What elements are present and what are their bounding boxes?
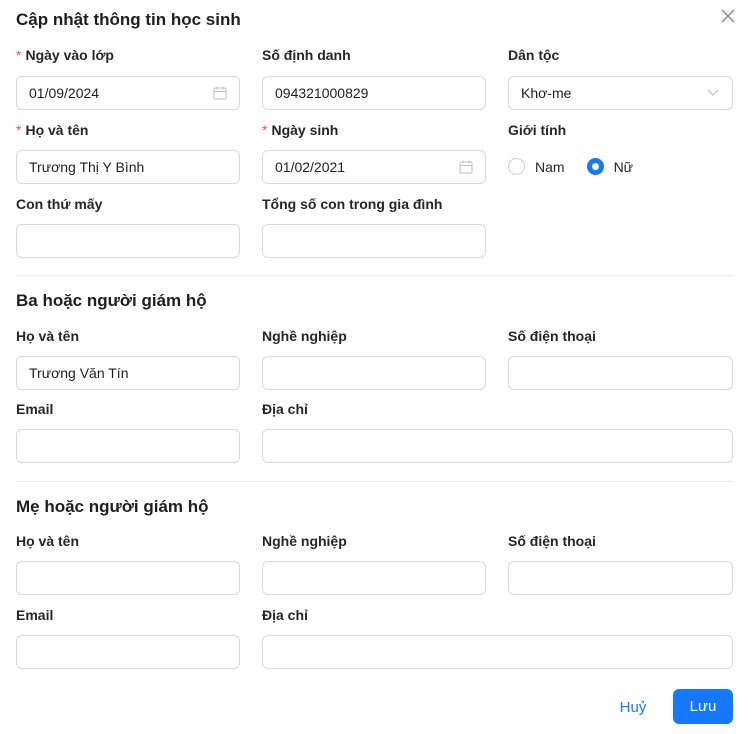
mother-section-title: Mẹ hoặc người giám hộ [16, 497, 209, 516]
required-asterisk: * [16, 122, 22, 138]
father-email-field: Email [16, 400, 240, 464]
section-divider [16, 481, 733, 482]
total-children-input[interactable] [262, 224, 486, 258]
close-icon[interactable] [719, 7, 737, 25]
gender-field: Giới tính [508, 121, 733, 185]
modal-title: Cập nhật thông tin học sinh [16, 10, 241, 29]
id-number-field: Số định danh [262, 46, 486, 110]
mother-email-label: Email [16, 607, 54, 623]
gender-option-female-label: Nữ [613, 158, 634, 175]
mother-address-field: Địa chỉ [262, 606, 733, 670]
radio-unchecked-icon[interactable] [508, 158, 525, 175]
mother-phone-label: Số điện thoại [508, 533, 596, 549]
mother-name-field: Họ và tên [16, 532, 240, 596]
father-phone-input[interactable] [508, 356, 733, 390]
save-button[interactable]: Lưu [673, 689, 733, 724]
ethnicity-select[interactable]: Khơ-me [508, 76, 733, 110]
total-children-field: Tổng số con trong gia đình [262, 195, 486, 259]
student-name-label: Họ và tên [25, 122, 89, 138]
mother-occupation-label: Nghề nghiệp [262, 533, 347, 549]
calendar-icon[interactable] [212, 85, 228, 101]
mother-occupation-field: Nghề nghiệp [262, 532, 486, 596]
father-address-field: Địa chỉ [262, 400, 733, 464]
father-name-label: Họ và tên [16, 328, 80, 344]
id-number-label: Số định danh [262, 47, 351, 63]
child-order-field: Con thứ mấy [16, 195, 240, 259]
mother-occupation-input[interactable] [262, 561, 486, 595]
child-order-input[interactable] [16, 224, 240, 258]
enrollment-date-label: Ngày vào lớp [25, 47, 114, 63]
section-divider [16, 275, 733, 276]
chevron-down-icon[interactable] [705, 85, 721, 101]
birth-date-input[interactable] [262, 150, 486, 184]
father-address-input[interactable] [262, 429, 733, 463]
mother-email-field: Email [16, 606, 240, 670]
radio-checked-icon[interactable] [586, 158, 604, 175]
mother-email-input[interactable] [16, 635, 240, 669]
enrollment-date-input[interactable] [16, 76, 240, 110]
child-order-label: Con thứ mấy [16, 196, 103, 212]
father-section-title: Ba hoặc người giám hộ [16, 291, 207, 310]
id-number-input[interactable] [262, 76, 486, 110]
ethnicity-field: Dân tộc Khơ-me [508, 46, 733, 110]
birth-date-label: Ngày sinh [271, 122, 339, 138]
father-name-input[interactable] [16, 356, 240, 390]
total-children-label: Tổng số con trong gia đình [262, 196, 443, 212]
mother-phone-input[interactable] [508, 561, 733, 595]
mother-phone-field: Số điện thoại [508, 532, 733, 596]
mother-address-label: Địa chỉ [262, 607, 308, 623]
gender-option-male[interactable]: Nam [508, 158, 565, 175]
father-occupation-label: Nghề nghiệp [262, 328, 347, 344]
enrollment-date-picker[interactable] [16, 76, 240, 110]
father-email-label: Email [16, 401, 54, 417]
student-name-field: * Họ và tên [16, 121, 240, 185]
calendar-icon[interactable] [458, 159, 474, 175]
father-occupation-field: Nghề nghiệp [262, 327, 486, 391]
gender-option-male-label: Nam [535, 158, 565, 175]
father-name-field: Họ và tên [16, 327, 240, 391]
student-name-input[interactable] [16, 150, 240, 184]
enrollment-date-field: * Ngày vào lớp [16, 46, 240, 110]
father-email-input[interactable] [16, 429, 240, 463]
gender-label: Giới tính [508, 122, 567, 138]
father-phone-label: Số điện thoại [508, 328, 596, 344]
father-phone-field: Số điện thoại [508, 327, 733, 391]
cancel-button[interactable]: Huỷ [607, 690, 659, 724]
mother-address-input[interactable] [262, 635, 733, 669]
gender-option-female[interactable]: Nữ [586, 158, 634, 175]
mother-name-label: Họ và tên [16, 533, 80, 549]
gender-radio-group: Nam Nữ [508, 158, 655, 175]
father-address-label: Địa chỉ [262, 401, 308, 417]
update-student-modal: Cập nhật thông tin học sinh * Ngày vào lớ… [0, 0, 755, 734]
required-asterisk: * [16, 47, 22, 63]
birth-date-field: * Ngày sinh [262, 121, 486, 185]
mother-name-input[interactable] [16, 561, 240, 595]
father-occupation-input[interactable] [262, 356, 486, 390]
ethnicity-label: Dân tộc [508, 47, 560, 63]
required-asterisk: * [262, 122, 268, 138]
birth-date-picker[interactable] [262, 150, 486, 184]
ethnicity-select-value[interactable]: Khơ-me [508, 76, 733, 110]
